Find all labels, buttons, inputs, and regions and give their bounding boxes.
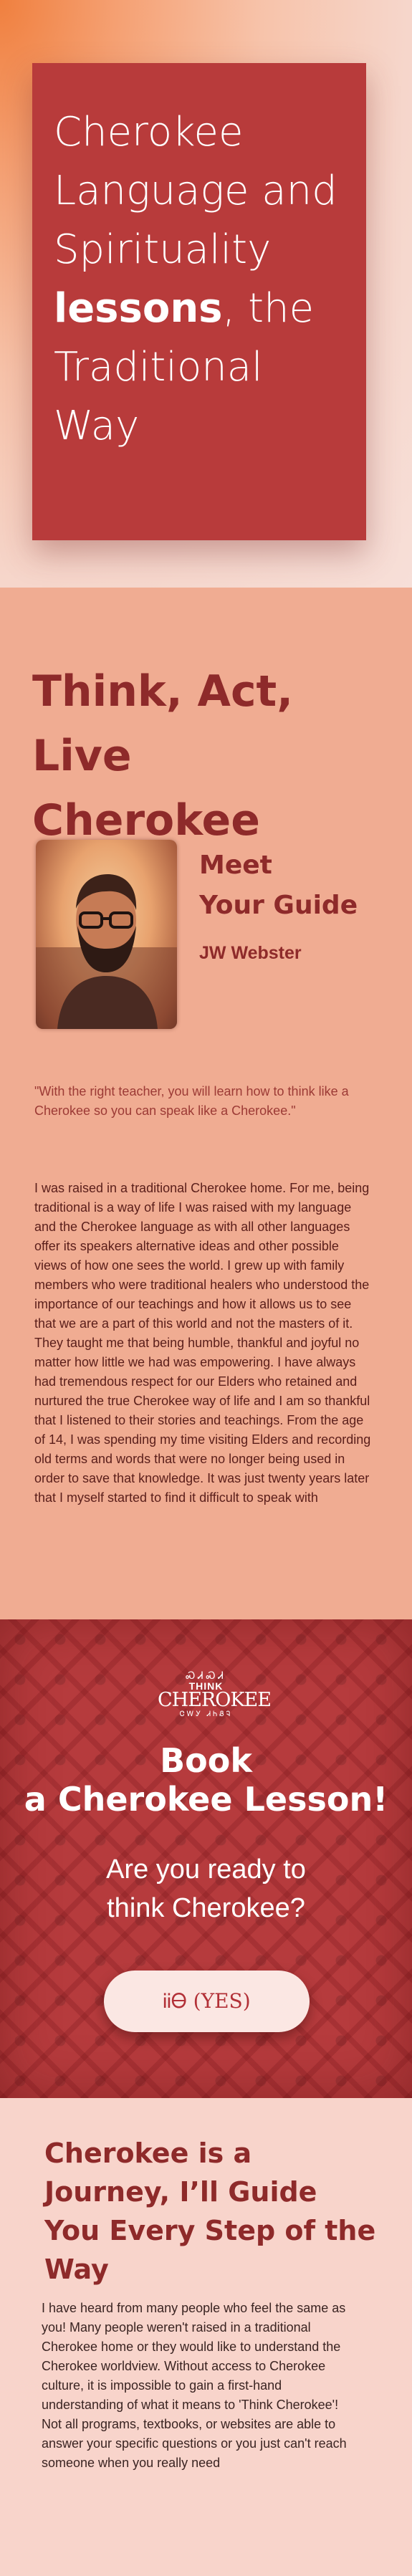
guide-quote: "With the right teacher, you will learn … bbox=[34, 1084, 349, 1118]
think-cherokee-logo[interactable]: ᏍᏗᏍᏗ THINK CHEROKEE ᏣᎳᎩ ᏗᏂᏰᎸ bbox=[158, 1670, 272, 1720]
hero-title-after-bold: , the bbox=[222, 285, 315, 332]
guide-heading: Think, Act, Live Cherokee bbox=[32, 659, 391, 853]
logo-syllabary: ᏣᎳᎩ ᏗᏂᏰᎸ bbox=[179, 1710, 233, 1718]
hero-section: Cherokee Language and Spirituality lesso… bbox=[0, 0, 412, 588]
meet-guide-line: Your Guide bbox=[199, 891, 358, 920]
hero-title-box: Cherokee Language and Spirituality lesso… bbox=[32, 63, 366, 540]
journey-section: Cherokee is a Journey, I’ll Guide You Ev… bbox=[0, 2098, 412, 2576]
yes-button[interactable]: ᎥᎥᎾ (YES) bbox=[104, 1971, 310, 2032]
portrait-illustration bbox=[36, 874, 177, 1029]
guide-name: JW Webster bbox=[199, 943, 302, 963]
hero-title-line: Cherokee bbox=[54, 109, 244, 155]
hero-title: Cherokee Language and Spirituality lesso… bbox=[54, 103, 345, 456]
book-subtitle: Are you ready to think Cherokee? bbox=[0, 1850, 412, 1928]
logo-mark: ᏍᏗᏍᏗ bbox=[186, 1670, 226, 1681]
book-title-line: Book bbox=[160, 1741, 252, 1780]
journey-body: I have heard from many people who feel t… bbox=[42, 2301, 347, 2470]
hero-title-line: Language and bbox=[54, 168, 337, 214]
hero-title-line: Spirituality bbox=[54, 226, 272, 273]
guide-bio: I was raised in a traditional Cherokee h… bbox=[34, 1181, 371, 1505]
meet-guide-heading: Meet Your Guide bbox=[199, 846, 358, 926]
book-title: Book a Cherokee Lesson! bbox=[0, 1741, 412, 1819]
book-lesson-section: ᏍᏗᏍᏗ THINK CHEROKEE ᏣᎳᎩ ᏗᏂᏰᎸ Book a Cher… bbox=[0, 1619, 412, 2098]
journey-heading: Cherokee is a Journey, I’ll Guide You Ev… bbox=[44, 2137, 376, 2285]
hero-title-bold: lessons bbox=[54, 285, 223, 332]
hero-title-line: lessons, the bbox=[54, 279, 345, 338]
guide-section: Think, Act, Live Cherokee Meet Your Guid… bbox=[0, 588, 412, 1619]
logo-cherokee: CHEROKEE bbox=[158, 1689, 272, 1711]
meet-guide-line: Meet bbox=[199, 851, 272, 880]
hero-title-line: Way bbox=[54, 403, 140, 449]
hero-title-line: Traditional bbox=[54, 344, 263, 391]
guide-heading-line: Cherokee bbox=[32, 795, 260, 846]
guide-portrait bbox=[36, 840, 177, 1029]
guide-heading-line: Think, Act, Live bbox=[32, 666, 293, 781]
book-subtitle-line: Are you ready to bbox=[106, 1854, 306, 1885]
book-subtitle-line: think Cherokee? bbox=[107, 1893, 305, 1923]
book-title-line: a Cherokee Lesson! bbox=[24, 1780, 388, 1819]
